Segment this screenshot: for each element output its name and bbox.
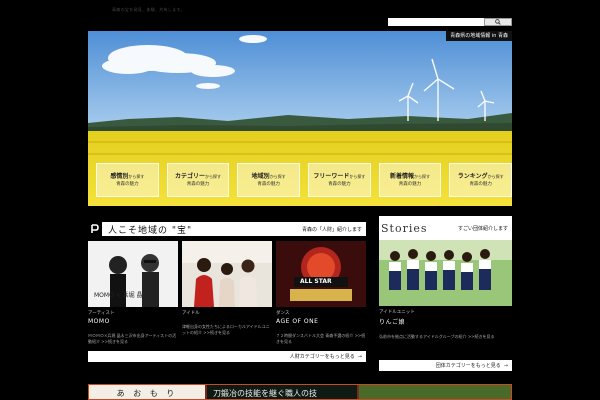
card-thumbnail: MOMO × 兵堀 晶 (88, 241, 178, 307)
card-description: ７２時間ダンスバトル大会 青森予選の紹介 >>続きを見る (276, 333, 366, 344)
nav-label: 地域別 (251, 172, 270, 180)
card-description: 津軽出身の女性たちによるローカルアイドルユニットの紹介 >>続きを見る (182, 324, 270, 335)
search-bar (388, 18, 512, 26)
card-category: アーティスト (88, 311, 115, 316)
card-thumbnail (379, 240, 512, 306)
nav-emotion[interactable]: 感情別から探す 青森の魅力 (96, 163, 159, 197)
nav-freeword[interactable]: フリーワードから探す 青森の魅力 (308, 163, 371, 197)
people-card-dance[interactable]: ALL STAR ダンス AGE OF ONE ７２時間ダンスバトル大会 青森予… (276, 241, 366, 345)
people-more-label: 人財カテゴリーをもっと見る (289, 354, 355, 360)
banner-mid-text: 刀鍛冶の技能を継ぐ職人の技 (213, 388, 317, 398)
card-photo-caption: ALL STAR (300, 278, 332, 285)
nav-sub: 青森の魅力 (257, 181, 280, 187)
nav-suffix: から探す (128, 173, 145, 179)
card-photo (276, 241, 366, 307)
nav-suffix: から探す (269, 173, 286, 179)
banner-left-text: あ お も り (116, 388, 178, 398)
card-description: ＭＯＭＯ×兵堀 晶＆三沢市出身アーティストの活動紹介 >>続きを見る (88, 333, 177, 344)
card-photo-caption: MOMO × 兵堀 晶 (94, 292, 143, 299)
people-more-link[interactable]: 人財カテゴリーをもっと見る → (88, 351, 366, 362)
nav-sub: 青森の魅力 (469, 181, 492, 187)
nav-region[interactable]: 地域別から探す 青森の魅力 (237, 163, 301, 197)
nav-category[interactable]: カテゴリーから探す 青森の魅力 (166, 163, 230, 197)
card-name: りんご娘 (379, 319, 406, 326)
nav-label: ランキング (457, 172, 488, 180)
card-photo (379, 240, 512, 306)
nav-suffix: から探す (414, 173, 431, 179)
people-logo-icon (88, 222, 102, 236)
card-category: アイドルユニット (379, 310, 415, 315)
nav-label: 感情別 (110, 172, 129, 180)
nav-new[interactable]: 新着情報から探す 青森の魅力 (378, 163, 442, 197)
stories-section-title: Stories (381, 221, 428, 235)
stories-more-link[interactable]: 団体カテゴリーをもっと見る → (379, 360, 512, 371)
people-section-subtitle: 青森の「人財」紹介します (301, 226, 362, 233)
nav-sub: 青森の魅力 (116, 181, 139, 187)
nav-suffix: から探す (205, 173, 222, 179)
arrow-right-icon: → (357, 353, 362, 360)
card-photo (182, 241, 272, 307)
people-card-idol[interactable]: アイドル 津軽出身の女性たちによるローカルアイドルユニットの紹介 >>続きを見る (182, 241, 272, 336)
card-thumbnail: ALL STAR (276, 241, 366, 307)
nav-sub: 青森の魅力 (328, 181, 351, 187)
search-icon (495, 19, 501, 25)
nav-sub: 青森の魅力 (398, 181, 422, 187)
stories-card[interactable]: アイドルユニット りんご娘 弘前市を拠点に活動するアイドルグループの紹介 >>続… (379, 240, 512, 340)
arrow-right-icon: → (503, 362, 508, 369)
stories-more-label: 団体カテゴリーをもっと見る (435, 363, 501, 369)
nav-ranking[interactable]: ランキングから探す 青森の魅力 (449, 163, 512, 197)
tagline: 青森の宝を発見、体験、共有します。 (112, 7, 185, 12)
stories-section-subtitle: すごい団体紹介します (457, 225, 508, 232)
card-category: ダンス (276, 311, 290, 316)
people-card-momo[interactable]: MOMO × 兵堀 晶 アーティスト MOMO ＭＯＭＯ×兵堀 晶＆三沢市出身ア… (88, 241, 178, 345)
card-description: 弘前市を拠点に活動するアイドルグループの紹介 >>続きを見る (379, 334, 495, 339)
nav-label: フリーワード (313, 172, 350, 180)
hero-nav: 感情別から探す 青森の魅力 カテゴリーから探す 青森の魅力 地域別から探す 青森… (88, 163, 512, 197)
card-thumbnail (182, 241, 272, 307)
search-button[interactable] (484, 18, 512, 26)
nav-sub: 青森の魅力 (186, 181, 210, 187)
card-name: MOMO (88, 318, 110, 325)
stories-section-header: Stories すごい団体紹介します (379, 216, 512, 240)
nav-label: カテゴリー (175, 172, 206, 180)
card-category: アイドル (182, 311, 200, 316)
hero-badge: 青森県の地域情報 in 青森 (446, 31, 512, 41)
search-input[interactable] (388, 18, 484, 26)
nav-suffix: から探す (349, 173, 366, 179)
people-section-header: 人こそ地域の "宝" 青森の「人財」紹介します (88, 222, 366, 236)
bottom-banner[interactable]: あ お も り 刀鍛冶の技能を継ぐ職人の技 (88, 384, 512, 400)
nav-suffix: から探す (487, 173, 504, 179)
people-section-title: 人こそ地域の "宝" (108, 225, 193, 236)
hero-banner: 青森県の地域情報 in 青森 感情別から探す 青森の魅力 カテゴリーから探す 青… (88, 31, 512, 206)
nav-label: 新着情報 (390, 172, 415, 180)
card-name: AGE OF ONE (276, 318, 319, 325)
